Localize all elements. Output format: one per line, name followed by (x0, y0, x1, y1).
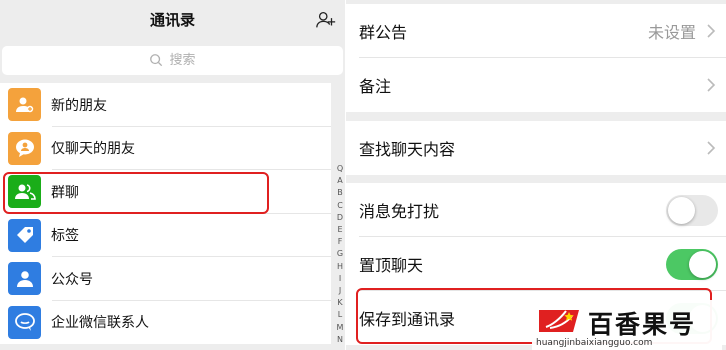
index-letter[interactable]: J (334, 285, 345, 297)
chevron-right-icon (707, 78, 716, 92)
list-item-label: 标签 (51, 228, 79, 245)
list-item-label: 企业微信联系人 (51, 315, 149, 332)
contacts-list: 新的朋友 仅聊天的朋友 群聊 标签 公众号 企业微信联系人 (0, 83, 331, 344)
page-title: 通讯录 (149, 11, 195, 29)
watermark-brand: 百香果号 (588, 310, 697, 339)
list-item-official-accounts[interactable]: 公众号 (0, 257, 331, 301)
search-bar[interactable]: 搜索 (2, 46, 343, 75)
announcement-row[interactable]: 群公告 未设置 (346, 4, 726, 58)
list-item-chat-only-friends[interactable]: 仅聊天的朋友 (0, 127, 331, 170)
group-chat-icon (8, 175, 41, 209)
list-item-label: 公众号 (51, 271, 93, 288)
index-letter[interactable]: K (334, 297, 345, 309)
watermark-logo: 百香果号 huangjinbaixiangguo.com (532, 300, 722, 350)
announcement-label: 群公告 (359, 23, 408, 42)
index-letter[interactable]: A (334, 175, 345, 187)
contacts-panel: 通讯录 搜索 新的朋友 仅聊天的朋友 群聊 标签 公众号 企业微信联系人 Q A… (0, 0, 345, 350)
index-letter[interactable]: E (334, 224, 345, 236)
index-letter[interactable]: N (334, 334, 345, 346)
list-item-label: 新的朋友 (51, 97, 107, 114)
index-letter[interactable]: Q (334, 163, 345, 175)
list-item-label: 仅聊天的朋友 (51, 141, 135, 158)
search-chat-history-row[interactable]: 查找聊天内容 (346, 121, 726, 175)
pin-chat-label: 置顶聊天 (359, 256, 424, 275)
index-letter[interactable]: G (334, 248, 345, 260)
search-chat-history-label: 查找聊天内容 (359, 140, 456, 159)
chat-only-friend-icon (8, 131, 41, 165)
mute-notifications-toggle[interactable] (666, 194, 718, 226)
list-item-group-chats[interactable]: 群聊 (0, 170, 331, 214)
list-item-new-friends[interactable]: 新的朋友 (0, 83, 331, 127)
work-contact-icon (8, 305, 41, 339)
list-item-tags[interactable]: 标签 (0, 214, 331, 257)
chevron-right-icon (707, 24, 716, 38)
remark-row[interactable]: 备注 (346, 58, 726, 112)
search-placeholder: 搜索 (169, 53, 196, 68)
tag-icon (8, 218, 41, 252)
index-letter[interactable]: I (334, 273, 345, 285)
search-icon (150, 53, 163, 66)
toggle-knob (668, 196, 695, 224)
list-item-label: 群聊 (51, 184, 79, 201)
chat-info-panel: 群公告 未设置 备注 查找聊天内容 消息免打扰 置顶聊天 保存到通讯录 (346, 0, 726, 350)
pin-chat-toggle[interactable] (666, 248, 718, 280)
passion-fruit-logo-icon (539, 310, 579, 332)
remark-label: 备注 (359, 77, 392, 96)
chevron-right-icon (707, 141, 716, 155)
list-item-work-contacts[interactable]: 企业微信联系人 (0, 301, 331, 345)
toggle-knob (689, 250, 716, 278)
mute-notifications-label: 消息免打扰 (359, 202, 440, 221)
index-letter[interactable]: C (334, 200, 345, 212)
contacts-title-bar: 通讯录 (0, 0, 345, 40)
index-letter[interactable]: M (334, 322, 345, 334)
index-letter[interactable]: F (334, 236, 345, 248)
save-to-contacts-label: 保存到通讯录 (359, 310, 456, 329)
official-account-icon (8, 262, 41, 296)
index-letter[interactable]: L (334, 309, 345, 321)
add-contact-icon[interactable] (315, 9, 337, 31)
announcement-value: 未设置 (647, 23, 696, 42)
index-letter[interactable]: D (334, 212, 345, 224)
watermark-url: huangjinbaixiangguo.com (536, 338, 653, 348)
alphabet-index[interactable]: Q A B C D E F G H I J K L M N (334, 163, 345, 346)
mute-notifications-row: 消息免打扰 (346, 183, 726, 237)
add-friend-icon (8, 88, 41, 122)
index-letter[interactable]: B (334, 187, 345, 199)
index-letter[interactable]: H (334, 261, 345, 273)
pin-chat-row: 置顶聊天 (346, 237, 726, 291)
